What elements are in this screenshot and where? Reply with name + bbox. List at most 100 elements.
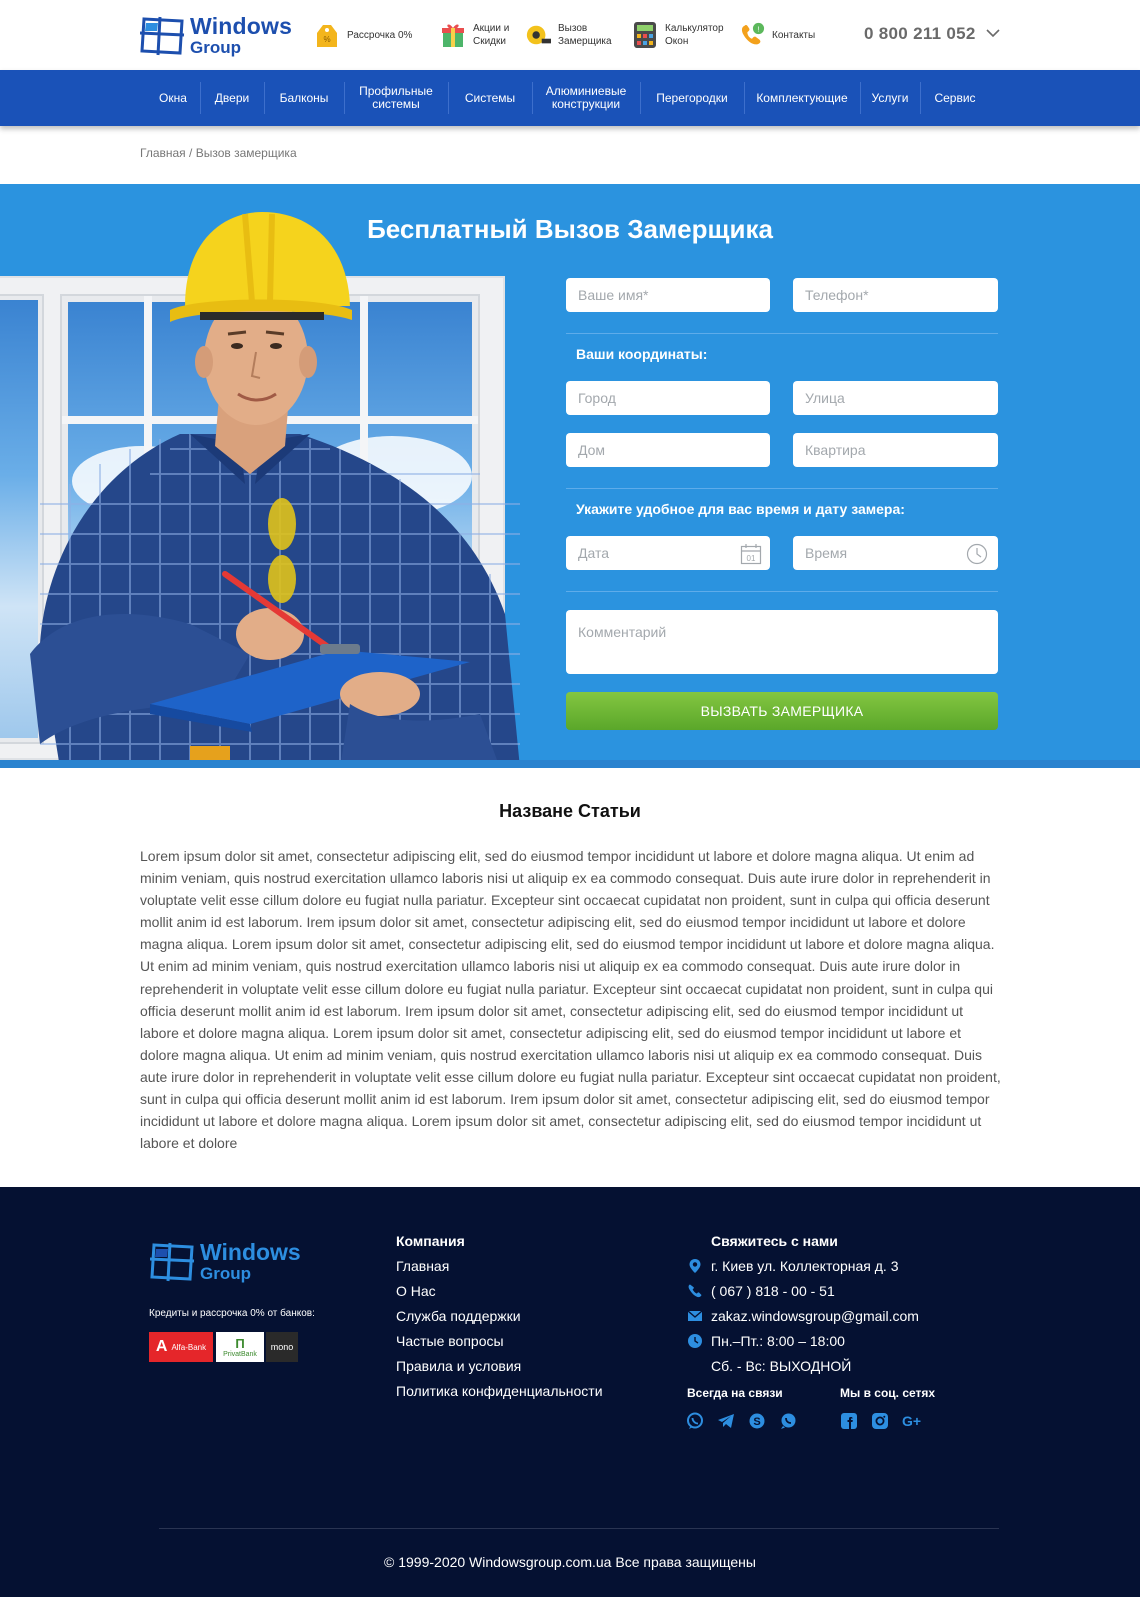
bank-label: mono bbox=[270, 1342, 294, 1352]
name-field[interactable] bbox=[566, 278, 770, 312]
form-divider bbox=[566, 333, 998, 334]
price-tag-icon: % bbox=[314, 20, 340, 50]
footer-link-home[interactable]: Главная bbox=[396, 1258, 449, 1274]
nav-item-systems[interactable]: Системы bbox=[450, 70, 530, 126]
logo-text-windows: Windows bbox=[200, 1239, 301, 1265]
house-field[interactable] bbox=[566, 433, 770, 467]
instagram-icon[interactable] bbox=[871, 1412, 889, 1430]
svg-text:G+: G+ bbox=[902, 1413, 921, 1429]
location-pin-icon bbox=[689, 1259, 701, 1273]
footer-email[interactable]: zakaz.windowsgroup@gmail.com bbox=[711, 1308, 919, 1324]
skype-icon[interactable]: S bbox=[748, 1412, 766, 1430]
footer-divider bbox=[159, 1528, 999, 1529]
telegram-icon[interactable] bbox=[717, 1412, 735, 1430]
nav-item-label: Системы bbox=[464, 90, 516, 105]
nav-item-accessories[interactable]: Комплектующие bbox=[746, 70, 858, 126]
logo-text-group: Group bbox=[200, 1264, 251, 1283]
hero-title: Бесплатный Вызов Замерщика bbox=[367, 214, 773, 244]
nav-item-label: Услуги bbox=[871, 90, 909, 105]
article-body: Lorem ipsum dolor sit amet, consectetur … bbox=[140, 848, 1001, 1152]
call-measurer-button[interactable]: ВЫЗВАТЬ ЗАМЕРЩИКА bbox=[566, 692, 998, 730]
privatbank-mark-icon: П bbox=[235, 1336, 245, 1351]
apartment-field[interactable] bbox=[793, 433, 998, 467]
breadcrumb-home-link[interactable]: Главная bbox=[140, 146, 186, 160]
site-logo[interactable]: Windows Group bbox=[140, 13, 293, 59]
header-item-calculator[interactable]: Калькулятор Окон bbox=[632, 18, 724, 52]
article-title: Назване Статьи bbox=[499, 801, 641, 821]
footer-link-support[interactable]: Служба поддержки bbox=[396, 1308, 521, 1324]
street-field[interactable] bbox=[793, 381, 998, 415]
footer-link-privacy[interactable]: Политика конфиденциальности bbox=[396, 1383, 603, 1399]
nav-divider bbox=[920, 82, 921, 114]
nav-item-services[interactable]: Услуги bbox=[862, 70, 918, 126]
copyright-text: © 1999-2020 Windowsgroup.com.ua Все прав… bbox=[384, 1554, 756, 1570]
nav-item-aluminum[interactable]: Алюминиевые конструкции bbox=[534, 70, 638, 126]
footer-hours-weekend: Сб. - Вс: ВЫХОДНОЙ bbox=[711, 1358, 852, 1374]
nav-item-profile-systems[interactable]: Профильные системы bbox=[346, 70, 446, 126]
header-item-label: Окон bbox=[665, 36, 689, 47]
header-phone-number[interactable]: 0 800 211 052 bbox=[864, 24, 976, 44]
hero-section: Бесплатный Вызов Замерщика bbox=[0, 184, 1140, 768]
header-item-label: Вызов bbox=[558, 23, 588, 34]
gift-icon bbox=[440, 20, 466, 50]
footer-link-faq[interactable]: Частые вопросы bbox=[396, 1333, 504, 1349]
privatbank-logo[interactable]: П PrivatBank bbox=[216, 1332, 264, 1362]
header-item-contacts[interactable]: ! Контакты bbox=[739, 18, 815, 52]
footer-link-terms[interactable]: Правила и условия bbox=[396, 1358, 521, 1374]
alfa-bank-logo[interactable]: A Alfa-Bank bbox=[149, 1332, 213, 1362]
mono-bank-logo[interactable]: mono bbox=[266, 1332, 298, 1362]
nav-divider bbox=[640, 82, 641, 114]
header-item-promos[interactable]: Акции и Скидки bbox=[440, 18, 509, 52]
form-divider bbox=[566, 488, 998, 489]
nav-item-service[interactable]: Сервис bbox=[922, 70, 988, 126]
nav-item-doors[interactable]: Двери bbox=[202, 70, 262, 126]
city-field[interactable] bbox=[566, 381, 770, 415]
header-item-label: Скидки bbox=[473, 36, 506, 47]
logo-window-icon bbox=[150, 1242, 195, 1282]
calendar-icon[interactable]: 01 bbox=[740, 543, 762, 565]
nav-item-label: системы bbox=[372, 97, 420, 111]
google-plus-icon[interactable]: G+ bbox=[902, 1412, 926, 1430]
bank-label: PrivatBank bbox=[223, 1351, 257, 1358]
svg-text:%: % bbox=[323, 35, 330, 44]
nav-divider bbox=[860, 82, 861, 114]
tape-measure-icon bbox=[525, 20, 551, 50]
calendar-day-label: 01 bbox=[747, 554, 756, 563]
nav-item-label: Двери bbox=[214, 90, 250, 105]
breadcrumb-separator: / bbox=[185, 146, 196, 160]
chevron-down-icon[interactable] bbox=[986, 28, 1000, 38]
header-item-label: Контакты bbox=[772, 29, 816, 41]
always-in-touch-title: Всегда на связи bbox=[687, 1386, 783, 1400]
nav-item-label: Окна bbox=[159, 90, 187, 105]
nav-item-label: Комплектующие bbox=[756, 90, 848, 105]
whatsapp-icon[interactable] bbox=[779, 1412, 797, 1430]
bank-label: Alfa-Bank bbox=[171, 1342, 207, 1352]
email-icon bbox=[687, 1310, 703, 1321]
facebook-icon[interactable] bbox=[840, 1412, 858, 1430]
footer-link-about[interactable]: О Нас bbox=[396, 1283, 436, 1299]
comment-field[interactable] bbox=[566, 610, 998, 674]
footer-phone[interactable]: ( 067 ) 818 - 00 - 51 bbox=[711, 1283, 835, 1299]
logo-window-icon bbox=[140, 16, 185, 56]
logo-text-windows: Windows bbox=[190, 13, 293, 39]
nav-divider bbox=[744, 82, 745, 114]
nav-item-windows[interactable]: Окна bbox=[148, 70, 198, 126]
header-item-installment[interactable]: % Рассрочка 0% bbox=[314, 18, 412, 52]
phone-field[interactable] bbox=[793, 278, 998, 312]
nav-item-partitions[interactable]: Перегородки bbox=[642, 70, 742, 126]
breadcrumb-current: Вызов замерщика bbox=[195, 146, 297, 160]
nav-divider bbox=[264, 82, 265, 114]
site-header: Windows Group % Рассрочка 0% Акции и Скид… bbox=[0, 0, 1140, 70]
nav-divider bbox=[532, 82, 533, 114]
footer-logo[interactable]: Windows Group bbox=[150, 1239, 310, 1285]
clock-icon[interactable] bbox=[966, 543, 988, 565]
nav-item-label: Сервис bbox=[934, 90, 976, 105]
header-item-measurer[interactable]: Вызов Замерщика bbox=[525, 18, 612, 52]
nav-divider bbox=[344, 82, 345, 114]
viber-icon[interactable] bbox=[686, 1412, 704, 1430]
nav-item-label: конструкции bbox=[551, 97, 621, 111]
nav-item-balconies[interactable]: Балконы bbox=[266, 70, 342, 126]
calculator-icon bbox=[632, 20, 658, 50]
clock-icon bbox=[688, 1334, 702, 1348]
logo-text-group: Group bbox=[190, 38, 241, 57]
